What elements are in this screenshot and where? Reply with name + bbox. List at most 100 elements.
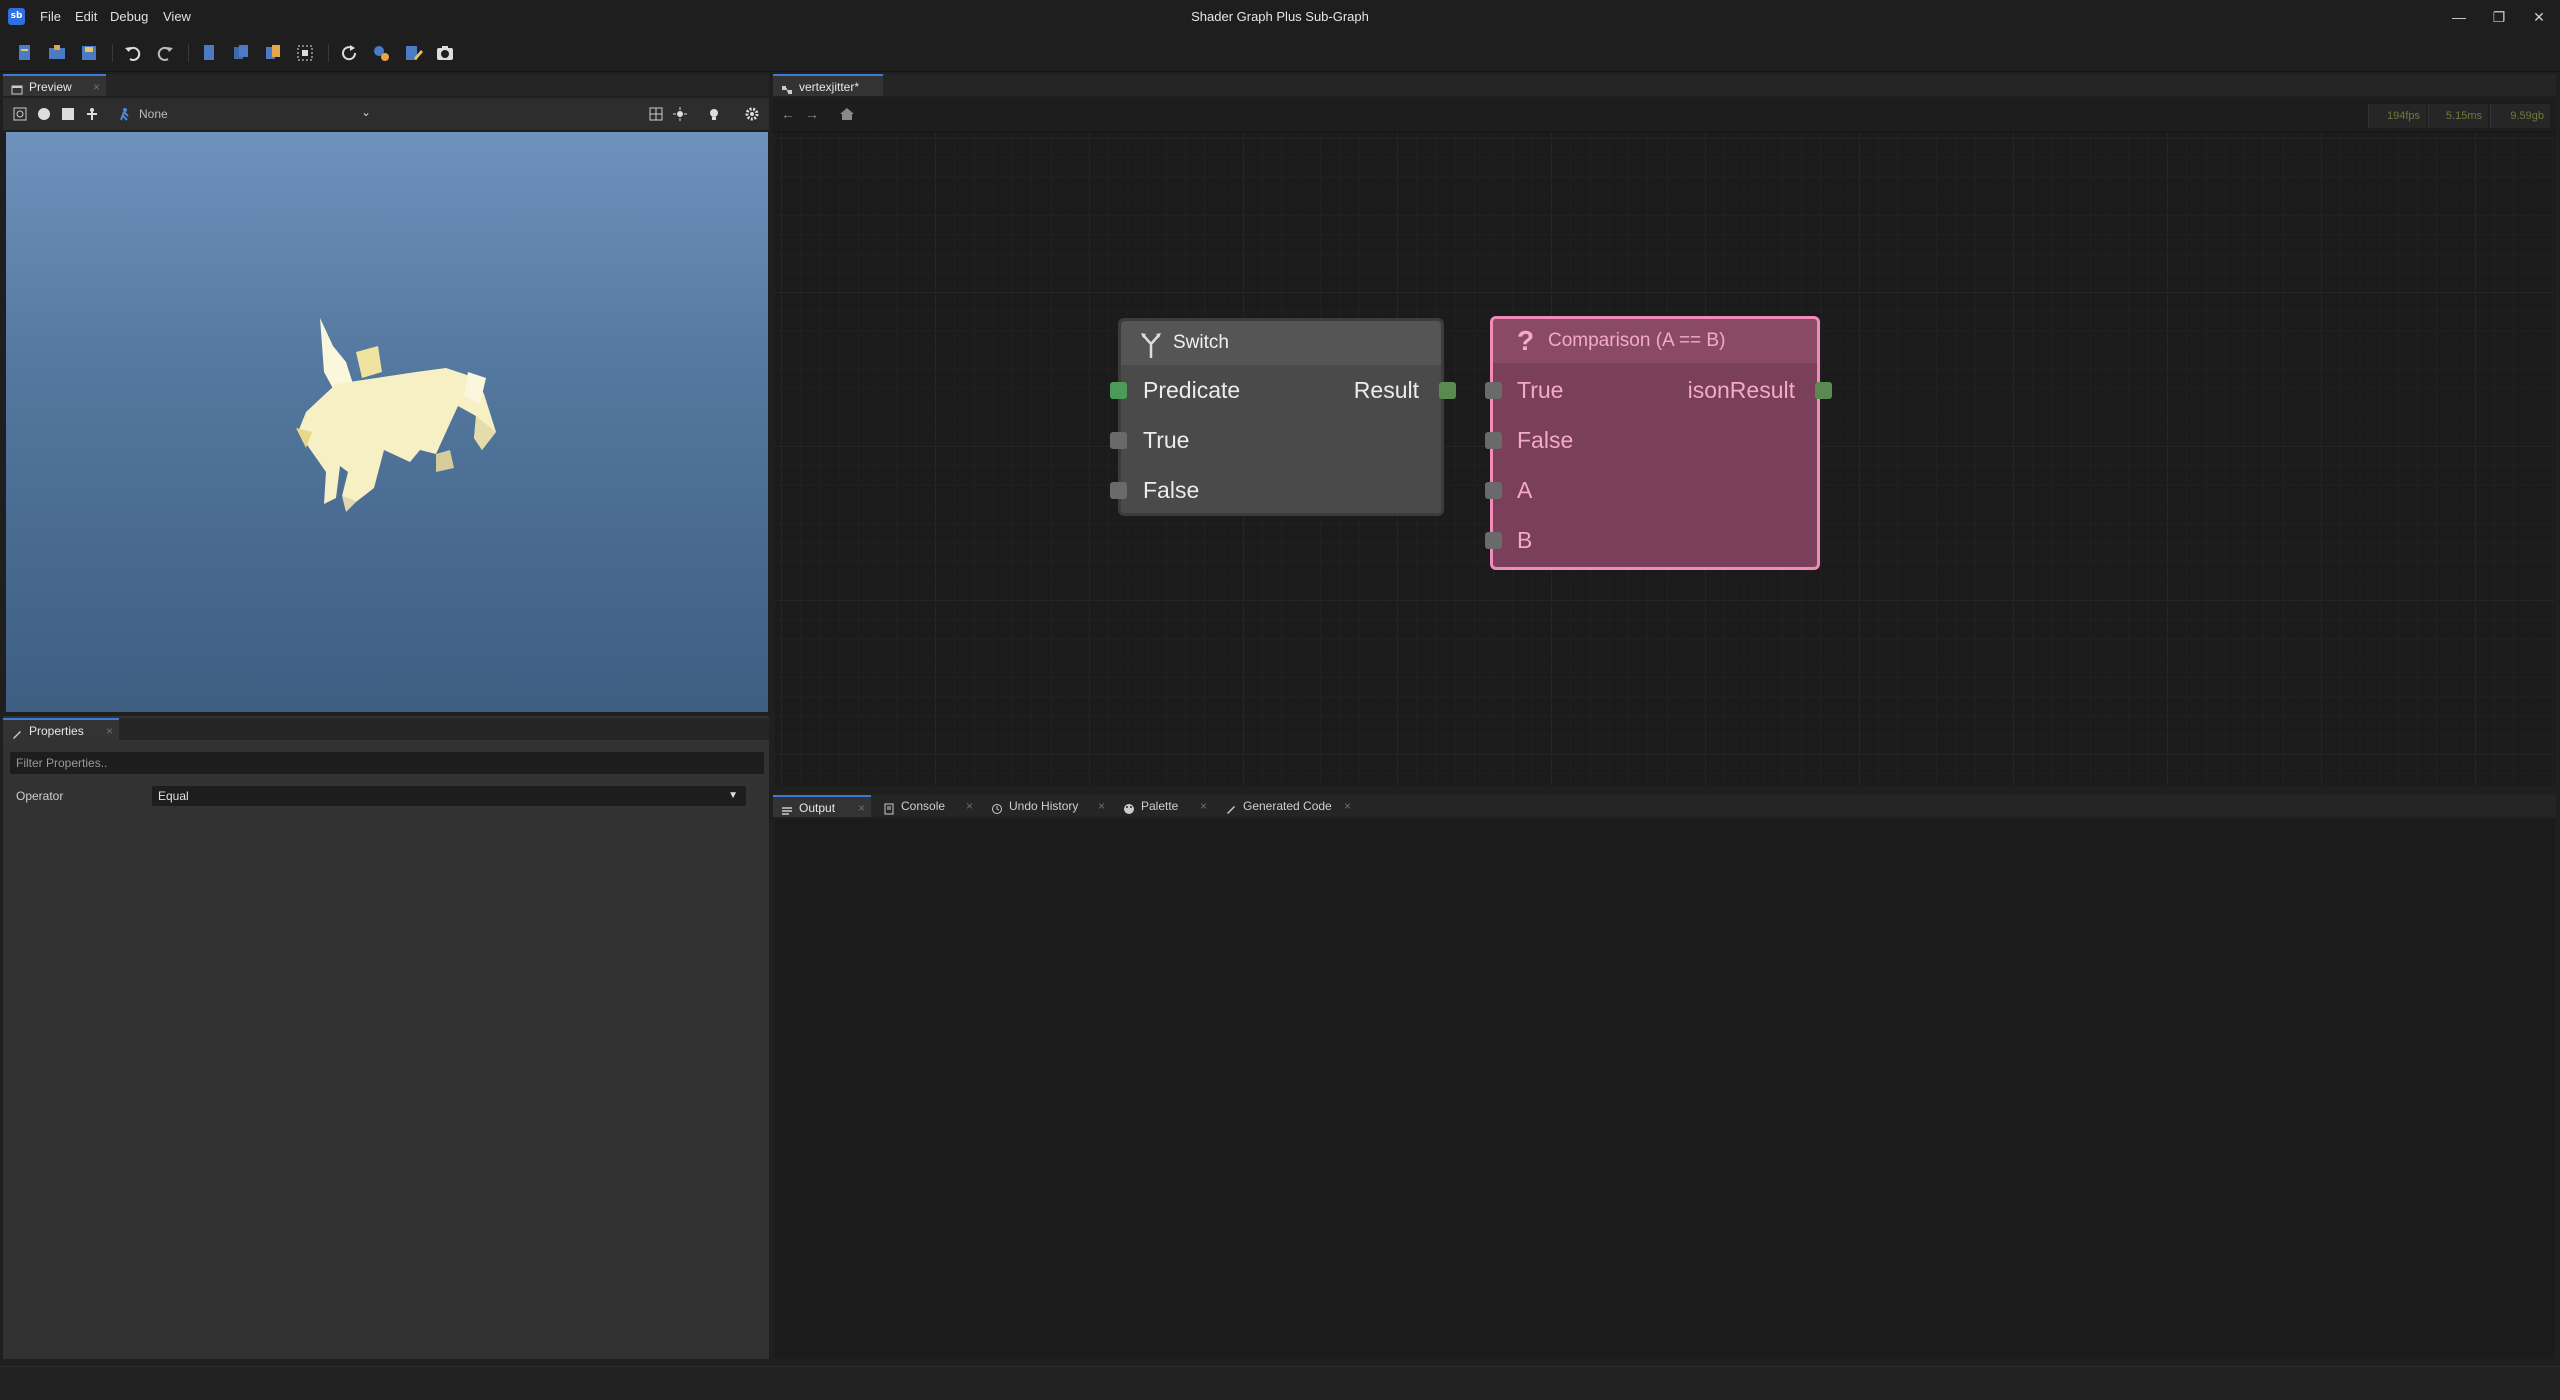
tab-undo-history[interactable]: Undo History × [983, 795, 1111, 817]
restore-button[interactable]: ❐ [2486, 6, 2512, 28]
operator-select[interactable]: Equal ▼ [152, 786, 746, 806]
tab-generated-code-label: Generated Code [1243, 799, 1332, 813]
refresh-icon[interactable] [338, 42, 360, 64]
grid-icon[interactable] [649, 107, 663, 126]
sphere-icon[interactable] [37, 107, 51, 126]
redo-icon[interactable] [154, 42, 176, 64]
new-file-icon[interactable] [14, 42, 36, 64]
close-icon[interactable]: × [106, 720, 113, 742]
home-icon[interactable] [839, 107, 855, 126]
close-window-button[interactable]: ✕ [2526, 6, 2552, 28]
preview-toolbar: None ⌄ [3, 98, 769, 130]
main-toolbar [0, 34, 2560, 72]
branch-icon [1139, 331, 1163, 375]
comparison-port-b: B [1517, 527, 1533, 553]
gear-icon[interactable] [745, 107, 759, 126]
paste-icon[interactable] [262, 42, 284, 64]
tab-palette[interactable]: Palette × [1115, 795, 1213, 817]
tab-vertexjitter[interactable]: vertexjitter* [773, 74, 883, 96]
tab-preview-label: Preview [29, 80, 72, 94]
comparison-output-result-port[interactable] [1815, 382, 1832, 399]
switch-output-result-port[interactable] [1439, 382, 1456, 399]
graph-tabbar: vertexjitter* [773, 74, 2556, 96]
select-icon[interactable] [294, 42, 316, 64]
frame-icon[interactable] [13, 107, 27, 126]
caret-down-icon: ▼ [728, 790, 738, 801]
close-icon[interactable]: × [1098, 795, 1105, 817]
model-dropdown[interactable]: None [139, 107, 168, 121]
comparison-input-b-port[interactable] [1485, 532, 1502, 549]
comparison-node[interactable]: ? Comparison (A == B) True False A B iso… [1490, 316, 1820, 570]
forward-arrow-icon[interactable]: → [805, 106, 819, 122]
app-logo-icon: sb [8, 8, 25, 25]
comparison-input-a-port[interactable] [1485, 482, 1502, 499]
preview-tabbar: Preview × [3, 74, 769, 96]
menu-debug[interactable]: Debug [110, 9, 148, 24]
menu-edit[interactable]: Edit [75, 9, 97, 24]
close-icon[interactable]: × [1344, 795, 1351, 817]
switch-input-false-port[interactable] [1110, 482, 1127, 499]
switch-port-result: Result [1353, 377, 1419, 403]
back-arrow-icon[interactable]: ← [781, 106, 795, 122]
switch-input-predicate-port[interactable] [1110, 382, 1127, 399]
tab-console[interactable]: Console × [875, 795, 979, 817]
tab-properties[interactable]: Properties × [3, 718, 119, 740]
figure-icon[interactable] [85, 107, 99, 126]
copy-icon[interactable] [230, 42, 252, 64]
switch-port-true: True [1143, 427, 1190, 453]
tab-vertexjitter-label: vertexjitter* [799, 80, 860, 94]
light-bulb-icon[interactable] [707, 107, 721, 126]
menu-view[interactable]: View [163, 9, 191, 24]
tab-properties-label: Properties [29, 724, 84, 738]
cube-icon[interactable] [61, 107, 75, 126]
palette-icon [1123, 800, 1135, 814]
toolbar-separator [112, 44, 113, 62]
close-icon[interactable]: × [966, 795, 973, 817]
comparison-input-true-port[interactable] [1485, 382, 1502, 399]
tab-palette-label: Palette [1141, 799, 1179, 813]
switch-node[interactable]: Switch Predicate True False Result [1118, 318, 1444, 516]
operator-label: Operator [16, 789, 64, 803]
tab-generated-code[interactable]: Generated Code × [1217, 795, 1357, 817]
comparison-port-false: False [1517, 427, 1574, 453]
menu-file[interactable]: File [40, 9, 61, 24]
tab-output[interactable]: Output × [773, 795, 871, 817]
camera-icon[interactable] [434, 42, 456, 64]
settings-icon[interactable] [370, 42, 392, 64]
pencil-icon [1225, 800, 1237, 814]
page-icon[interactable] [198, 42, 220, 64]
frame-time-stat: 5.15ms [2428, 104, 2488, 128]
filter-properties-input[interactable]: Filter Properties.. [10, 752, 764, 774]
question-mark-icon: ? [1517, 325, 1535, 356]
open-folder-icon[interactable] [46, 42, 68, 64]
close-icon[interactable]: × [858, 797, 865, 819]
chevron-down-icon[interactable]: ⌄ [361, 105, 371, 119]
preview-viewport[interactable] [6, 132, 768, 712]
sun-icon[interactable] [673, 107, 687, 126]
save-icon[interactable] [78, 42, 100, 64]
bunny-model [296, 318, 496, 512]
comparison-title-text: Comparison (A == B) [1548, 330, 1726, 351]
edit-icon[interactable] [402, 42, 424, 64]
graph-tab-icon [781, 81, 793, 94]
tab-preview[interactable]: Preview × [3, 74, 106, 96]
animation-icon[interactable] [117, 107, 131, 126]
minimize-button[interactable]: — [2446, 6, 2472, 28]
pencil-icon [11, 725, 23, 739]
tab-output-label: Output [799, 801, 836, 815]
output-panel [775, 819, 2555, 1359]
document-icon [883, 800, 895, 815]
status-bar [0, 1366, 2560, 1400]
toolbar-separator [188, 44, 189, 62]
graph-canvas[interactable]: Switch Predicate True False Result ? Com… [775, 132, 2555, 786]
undo-icon[interactable] [122, 42, 144, 64]
comparison-port-true: True [1517, 377, 1564, 403]
toolbar-separator [328, 44, 329, 62]
switch-input-true-port[interactable] [1110, 432, 1127, 449]
history-icon [991, 800, 1003, 814]
title-bar: sb File Edit Debug View Shader Graph Plu… [0, 0, 2560, 34]
comparison-input-false-port[interactable] [1485, 432, 1502, 449]
close-icon[interactable]: × [1200, 795, 1207, 817]
close-icon[interactable]: × [93, 76, 100, 98]
memory-stat: 9.59gb [2490, 104, 2550, 128]
